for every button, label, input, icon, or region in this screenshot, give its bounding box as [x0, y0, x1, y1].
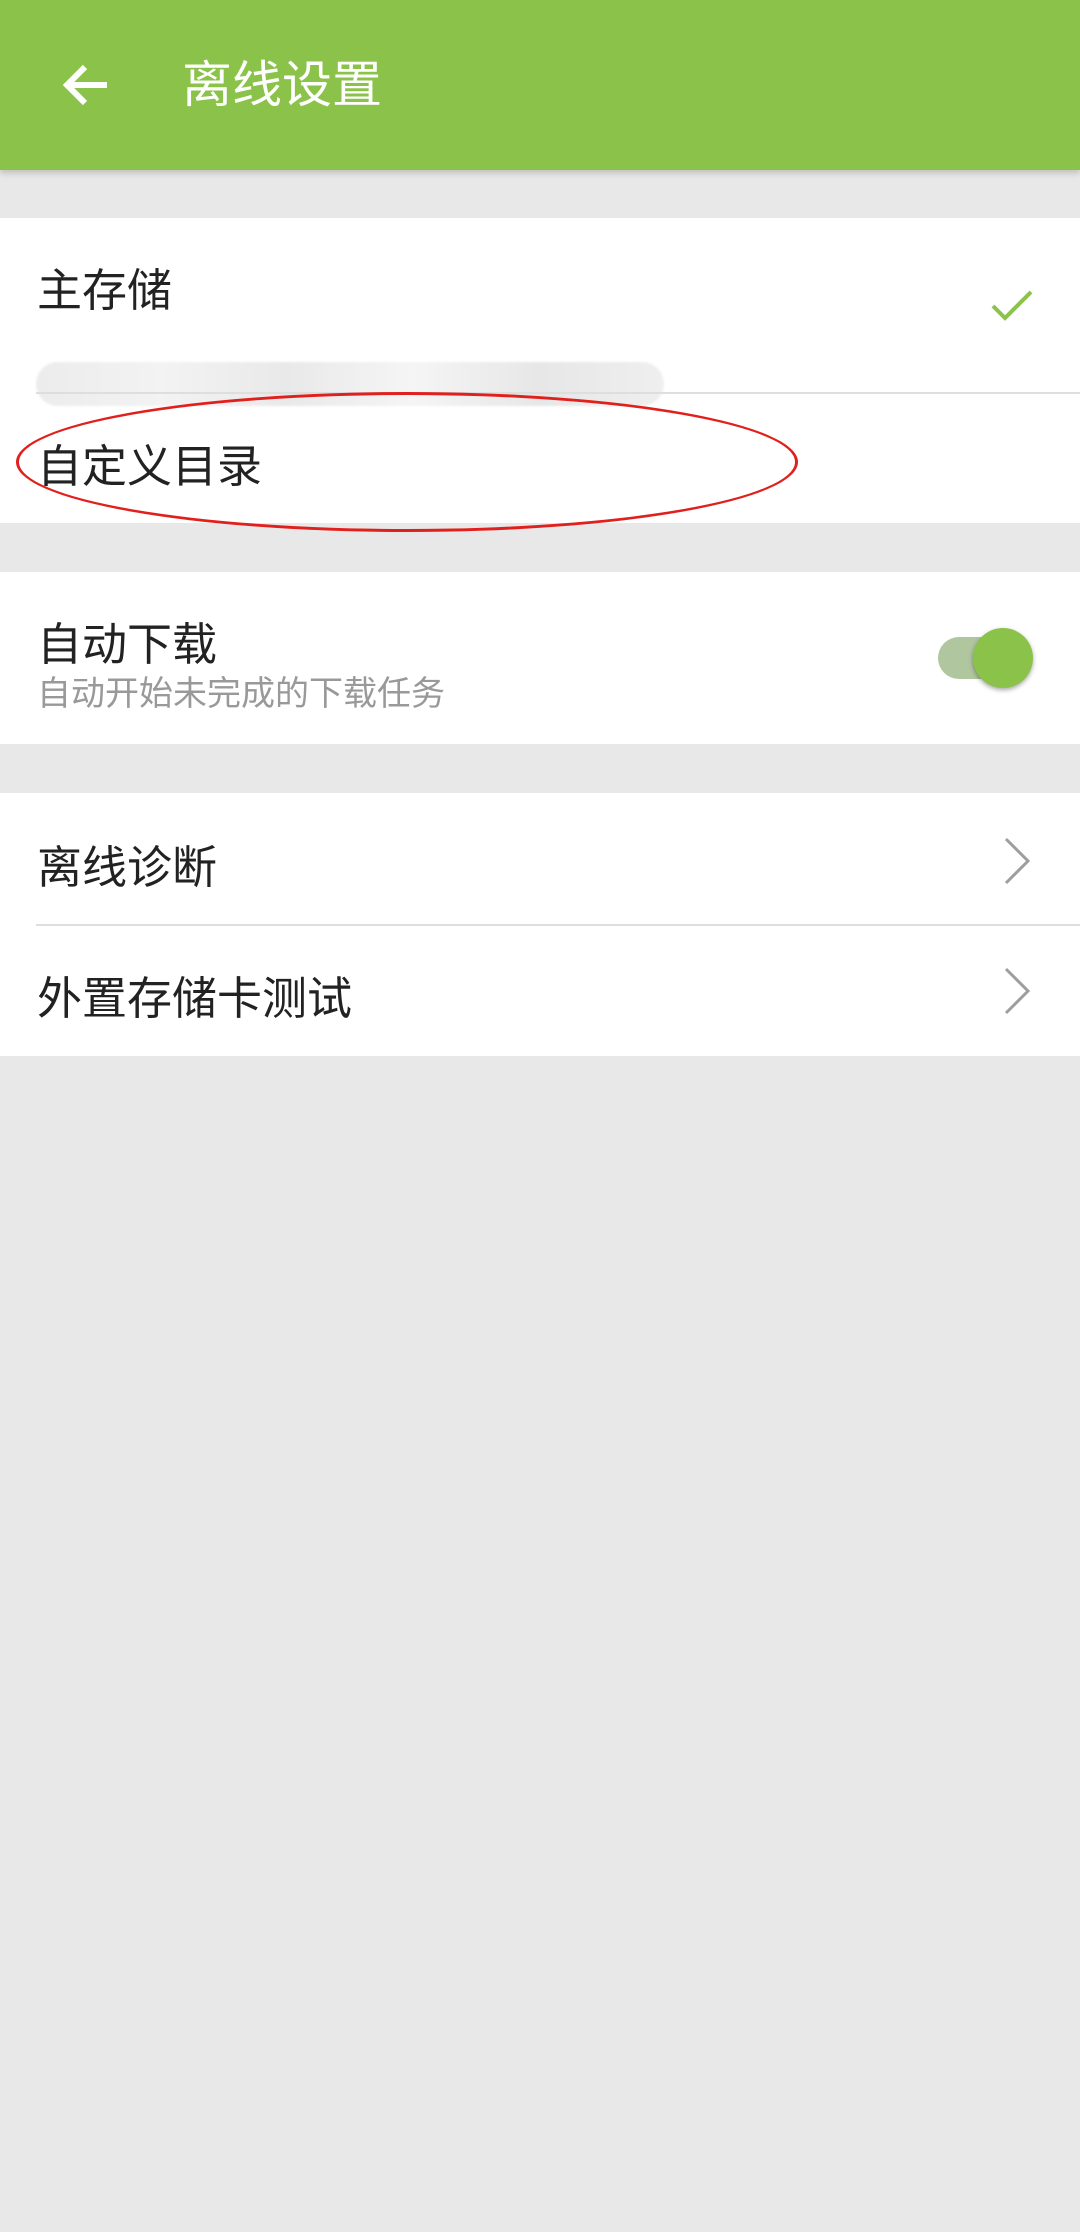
page-title: 离线设置 [182, 56, 382, 114]
tools-section: 离线诊断 外置存储卡测试 [0, 793, 1080, 1056]
auto-download-subtitle: 自动开始未完成的下载任务 [37, 674, 445, 714]
offline-diagnosis-row[interactable]: 离线诊断 [0, 793, 1080, 924]
toggle-knob [973, 628, 1033, 688]
arrow-left-icon [62, 64, 107, 106]
main-storage-row[interactable]: 主存储 [0, 218, 1080, 406]
sd-card-test-title: 外置存储卡测试 [37, 972, 353, 1025]
chevron-right-icon [1004, 967, 1031, 1015]
checkmark-icon [991, 290, 1033, 321]
chevron-right-icon [1004, 837, 1031, 885]
sd-card-test-row[interactable]: 外置存储卡测试 [0, 926, 1080, 1056]
auto-download-title: 自动下载 [37, 618, 218, 671]
app-bar: 离线设置 [0, 0, 1080, 170]
annotation-circle [16, 392, 798, 532]
auto-download-row[interactable]: 自动下载 自动开始未完成的下载任务 [0, 572, 1080, 744]
back-button[interactable] [40, 45, 130, 125]
offline-diagnosis-title: 离线诊断 [37, 841, 218, 894]
auto-download-section: 自动下载 自动开始未完成的下载任务 [0, 572, 1080, 744]
main-storage-title: 主存储 [37, 264, 173, 317]
